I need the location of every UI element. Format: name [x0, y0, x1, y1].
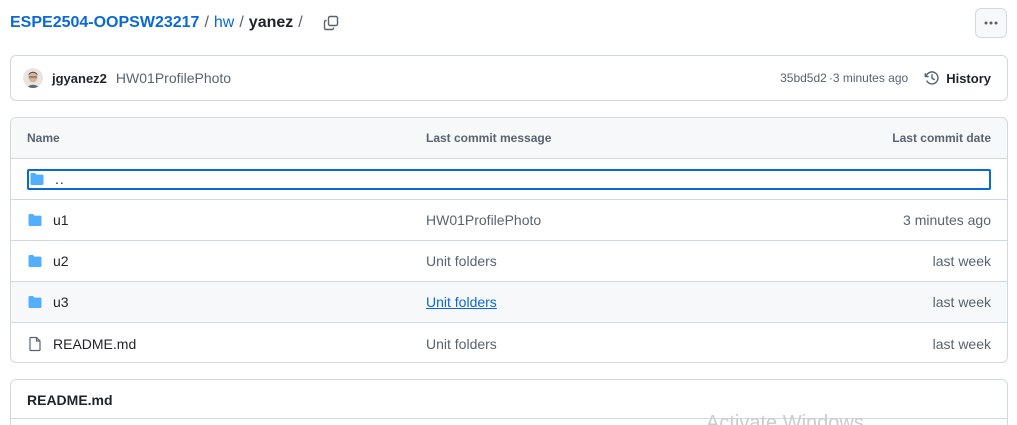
history-icon: [924, 71, 939, 85]
folder-link-u1[interactable]: u1: [53, 212, 69, 228]
commit-message-link[interactable]: Unit folders: [426, 253, 497, 269]
commit-time: 3 minutes ago: [832, 71, 909, 85]
table-row[interactable]: README.md Unit folders last week: [11, 323, 1007, 362]
file-table: Name Last commit message Last commit dat…: [10, 117, 1008, 363]
breadcrumb-current-folder: yanez: [248, 14, 294, 31]
commit-message-link[interactable]: Unit folders: [426, 336, 497, 352]
folder-icon: [28, 296, 42, 308]
commit-date: 3 minutes ago: [903, 212, 991, 228]
commit-sha-link[interactable]: 35bd5d2: [780, 71, 827, 85]
file-name-cell: u1: [27, 212, 69, 228]
file-link-readme[interactable]: README.md: [53, 336, 136, 352]
commit-message-link[interactable]: HW01ProfilePhoto: [116, 70, 231, 86]
file-name-cell: u2: [27, 253, 69, 269]
folder-link-u2[interactable]: u2: [53, 253, 69, 269]
activate-windows-watermark: Activate Windows: [706, 412, 864, 425]
breadcrumb: ESPE2504-OOPSW23217 / hw / yanez /: [10, 10, 344, 36]
folder-link-u3[interactable]: u3: [53, 294, 69, 310]
parent-directory-link[interactable]: ..: [55, 171, 65, 187]
avatar[interactable]: [23, 68, 43, 88]
file-table-header: Name Last commit message Last commit dat…: [11, 118, 1007, 159]
readme-title: README.md: [27, 392, 113, 408]
breadcrumb-repo-link[interactable]: ESPE2504-OOPSW23217: [10, 14, 199, 32]
copy-icon: [323, 15, 338, 31]
focus-outline: [27, 169, 991, 190]
history-label: History: [946, 70, 991, 86]
commit-meta: 35bd5d2 · 3 minutes ago: [780, 71, 908, 85]
more-options-button[interactable]: [975, 8, 1007, 38]
commit-author-link[interactable]: jgyanez2: [52, 71, 107, 86]
commit-date: last week: [932, 253, 991, 269]
file-name-cell: u3: [27, 294, 69, 310]
breadcrumb-bar: ESPE2504-OOPSW23217 / hw / yanez /: [10, 8, 1007, 38]
breadcrumb-folder-link[interactable]: hw: [214, 14, 234, 32]
kebab-horizontal-icon: [984, 21, 998, 25]
header-last-commit-message: Last commit message: [426, 131, 552, 145]
header-name: Name: [27, 131, 60, 145]
parent-directory-cell[interactable]: ..: [29, 171, 65, 187]
table-row[interactable]: u1 HW01ProfilePhoto 3 minutes ago: [11, 200, 1007, 241]
table-row[interactable]: u3 Unit folders last week: [11, 282, 1007, 323]
avatar-image: [23, 68, 43, 88]
table-row[interactable]: u2 Unit folders last week: [11, 241, 1007, 282]
commit-message-link[interactable]: Unit folders: [426, 294, 497, 310]
folder-icon: [28, 255, 42, 267]
table-row-parent-directory[interactable]: ..: [11, 159, 1007, 200]
copy-path-button[interactable]: [318, 10, 344, 36]
commit-date: last week: [932, 335, 991, 352]
folder-icon: [28, 214, 42, 226]
history-button[interactable]: History: [924, 70, 991, 86]
folder-icon: [30, 173, 44, 185]
file-name-cell: README.md: [27, 336, 136, 352]
breadcrumb-separator: /: [239, 14, 244, 31]
breadcrumb-trailing-separator: /: [298, 14, 303, 31]
commit-message-link[interactable]: HW01ProfilePhoto: [426, 212, 541, 228]
breadcrumb-separator: /: [204, 14, 209, 31]
file-icon: [29, 336, 41, 351]
commit-date: last week: [932, 294, 991, 310]
header-last-commit-date: Last commit date: [892, 131, 991, 145]
latest-commit-bar: jgyanez2 HW01ProfilePhoto 35bd5d2 · 3 mi…: [10, 55, 1008, 101]
